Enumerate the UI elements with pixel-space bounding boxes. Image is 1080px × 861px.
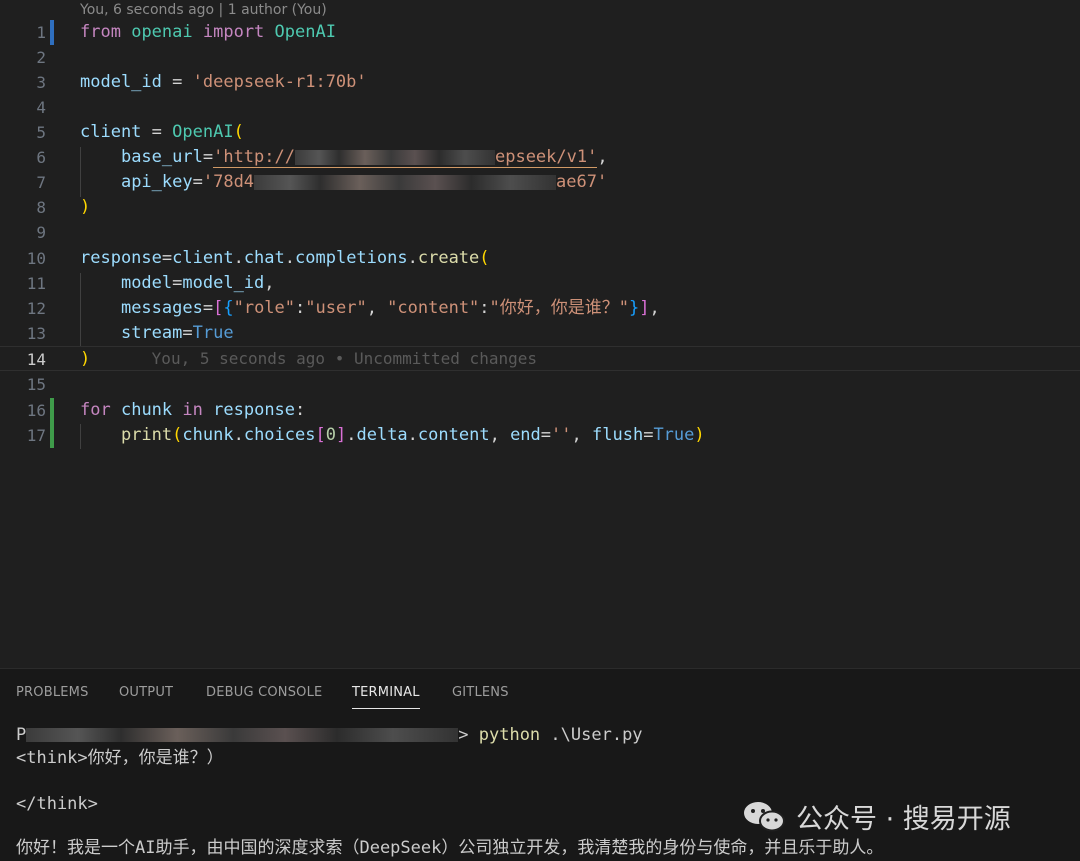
code-line[interactable]: 12 messages=[{"role":"user", "content":"…: [0, 296, 1080, 321]
code-line-current[interactable]: 14 ) You, 5 seconds ago • Uncommitted ch…: [0, 346, 1080, 371]
code-line[interactable]: 11 model=model_id,: [0, 271, 1080, 296]
line-number: 4: [36, 98, 46, 117]
watermark: 公众号 · 搜易开源: [742, 796, 1011, 836]
code-line[interactable]: 10 response=client.chat.completions.crea…: [0, 246, 1080, 271]
code-line[interactable]: 17 print(chunk.choices[0].delta.content,…: [0, 423, 1080, 448]
line-number: 15: [26, 375, 46, 394]
redacted-region: [26, 728, 459, 742]
terminal-output-line: 你好！我是一个AI助手，由中国的深度求索（DeepSeek）公司独立开发，我清楚…: [16, 838, 884, 858]
terminal-command-arg: .\User.py: [550, 725, 643, 745]
code-text: print(chunk.choices[0].delta.content, en…: [120, 425, 705, 445]
terminal-prompt-line[interactable]: P > python .\User.py: [16, 724, 643, 747]
line-number: 16: [26, 401, 46, 420]
code-text: model=model_id,: [120, 273, 275, 293]
tab-problems[interactable]: PROBLEMS: [16, 685, 89, 700]
line-number: 11: [26, 274, 46, 293]
code-text: messages=[{"role":"user", "content":"你好，…: [120, 298, 660, 318]
line-number: 9: [36, 223, 46, 242]
line-number: 10: [26, 249, 46, 268]
code-text: for chunk in response:: [80, 400, 306, 420]
inline-blame[interactable]: You, 5 seconds ago • Uncommitted changes: [152, 349, 537, 368]
line-number: 1: [36, 23, 46, 42]
redacted-region: [294, 149, 495, 165]
code-line[interactable]: 6 base_url='http://epseek/v1',: [0, 145, 1080, 170]
tab-terminal[interactable]: TERMINAL: [352, 685, 420, 709]
line-number: 12: [26, 299, 46, 318]
code-text: api_key='78d4 ae67': [120, 172, 608, 192]
code-line[interactable]: 9: [0, 220, 1080, 245]
line-number: 7: [36, 173, 46, 192]
tab-gitlens[interactable]: GITLENS: [452, 685, 509, 700]
tab-output[interactable]: OUTPUT: [119, 685, 173, 700]
code-line[interactable]: 3 model_id = 'deepseek-r1:70b': [0, 70, 1080, 95]
code-line[interactable]: 7 api_key='78d4 ae67': [0, 170, 1080, 195]
code-text: from openai import OpenAI: [80, 22, 336, 42]
line-number: 17: [26, 426, 46, 445]
code-line[interactable]: 15: [0, 372, 1080, 397]
code-line[interactable]: 8 ): [0, 195, 1080, 220]
terminal-output-line: <think>你好，你是谁？）: [16, 748, 224, 768]
line-number: 3: [36, 73, 46, 92]
code-editor[interactable]: You, 6 seconds ago | 1 author (You) 1 fr…: [0, 0, 1080, 668]
code-line[interactable]: 1 from openai import OpenAI: [0, 20, 1080, 45]
wechat-icon: [742, 799, 786, 833]
code-line[interactable]: 5 client = OpenAI(: [0, 120, 1080, 145]
codelens-blame[interactable]: You, 6 seconds ago | 1 author (You): [80, 0, 327, 20]
tab-debug-console[interactable]: DEBUG CONSOLE: [206, 685, 322, 700]
line-number: 13: [26, 324, 46, 343]
code-line[interactable]: 16 for chunk in response:: [0, 398, 1080, 423]
code-text: base_url='http://epseek/v1',: [120, 147, 608, 168]
redacted-region: [254, 174, 557, 190]
code-line[interactable]: 2: [0, 45, 1080, 70]
watermark-text: 公众号 · 搜易开源: [796, 803, 1011, 835]
code-text: ): [80, 197, 91, 217]
code-text: response=client.chat.completions.create(: [80, 248, 490, 268]
code-line[interactable]: 13 stream=True: [0, 321, 1080, 346]
line-number: 2: [36, 48, 46, 67]
code-text: ) You, 5 seconds ago • Uncommitted chang…: [80, 349, 537, 369]
terminal-output-line: </think>: [16, 794, 98, 814]
code-line[interactable]: 4: [0, 95, 1080, 120]
line-number: 5: [36, 123, 46, 142]
code-text: stream=True: [120, 323, 234, 343]
line-number: 6: [36, 148, 46, 167]
line-number: 14: [26, 350, 46, 369]
terminal-command: python: [478, 725, 541, 745]
line-number: 8: [36, 198, 46, 217]
code-text: model_id = 'deepseek-r1:70b': [80, 72, 367, 92]
panel-tabs: PROBLEMS OUTPUT DEBUG CONSOLE TERMINAL G…: [0, 669, 1080, 717]
code-text: client = OpenAI(: [80, 122, 244, 142]
